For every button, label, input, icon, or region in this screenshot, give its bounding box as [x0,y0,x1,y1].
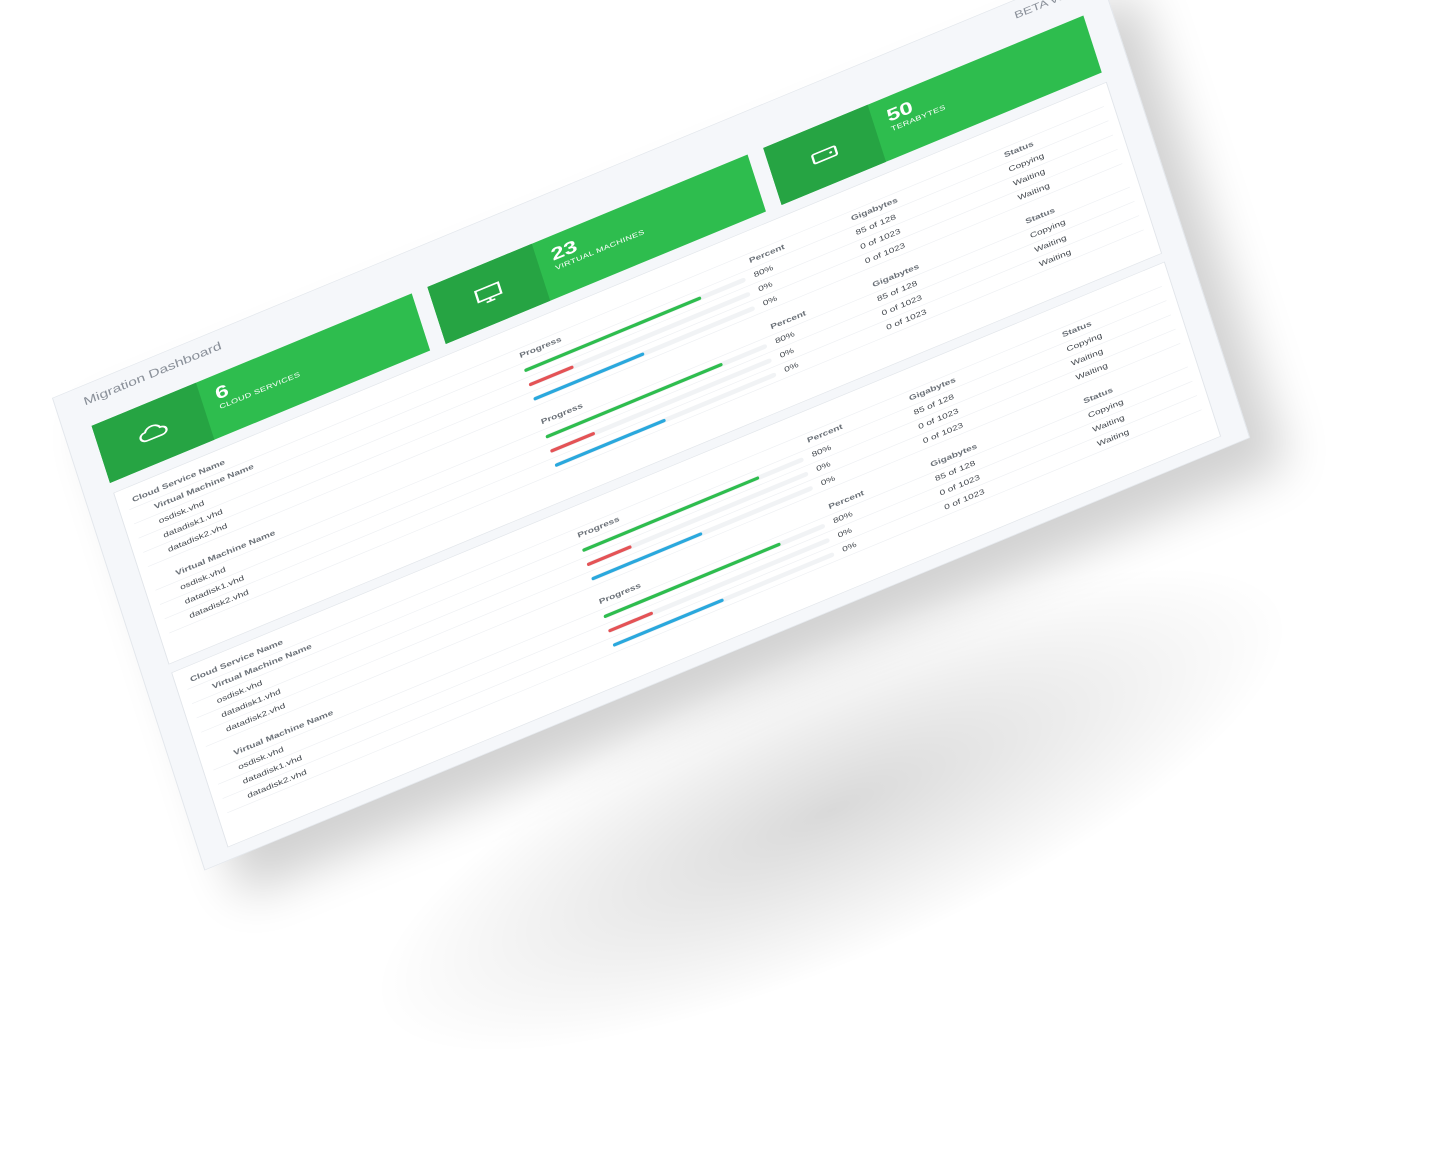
dashboard-sheet: Migration Dashboard BETA v0.1 6 CLOUD SE… [32,0,1372,1150]
version-label: BETA v0.1 [1013,0,1078,22]
